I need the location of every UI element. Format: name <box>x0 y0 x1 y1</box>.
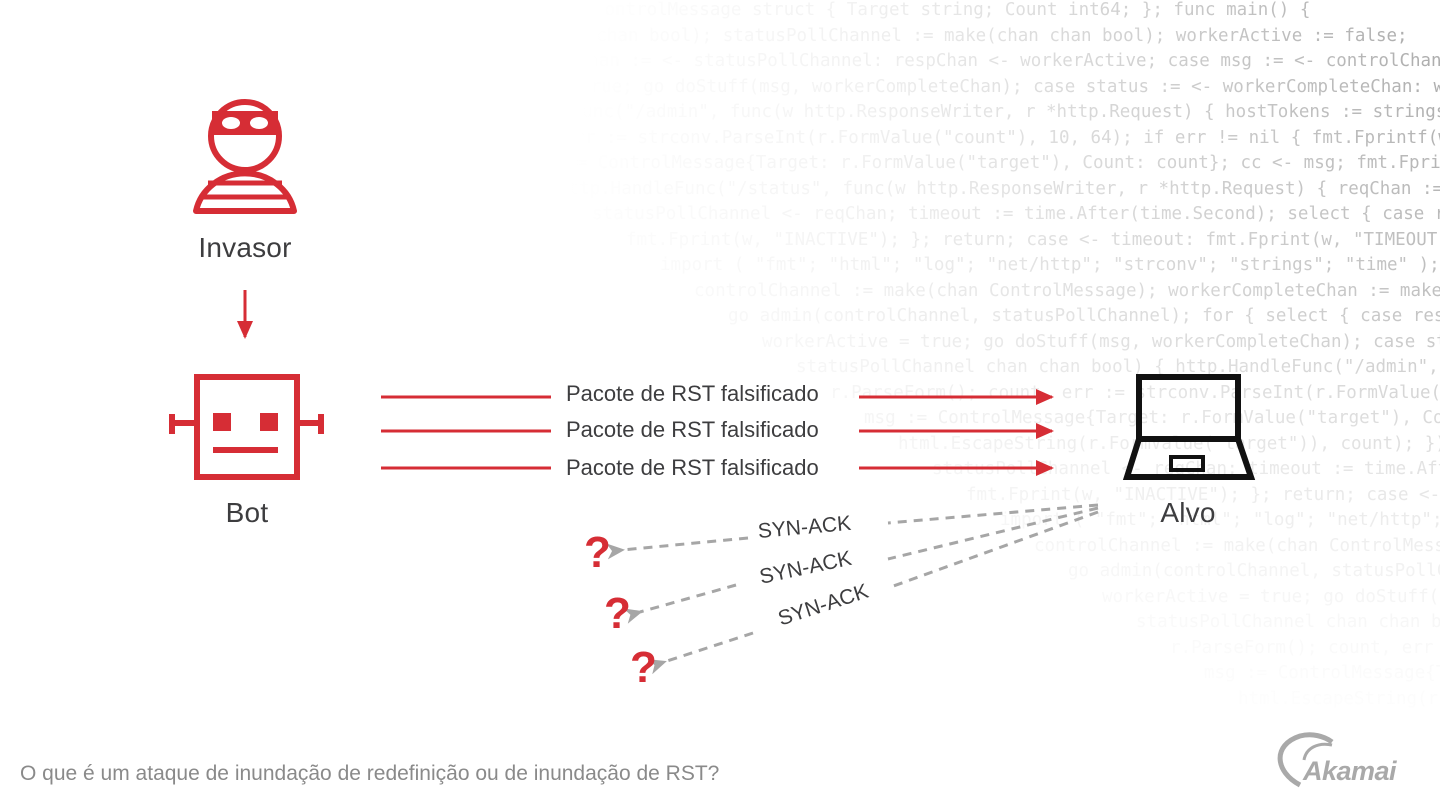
packet-label-2: Pacote de RST falsificado <box>566 417 819 442</box>
response-line-1-head <box>606 536 749 560</box>
akamai-logo-text: Akamai <box>1303 756 1397 786</box>
packet-label-3: Pacote de RST falsificado <box>566 455 819 480</box>
laptop-icon <box>1122 374 1256 480</box>
robot-icon <box>169 374 324 480</box>
packet-label-1: Pacote de RST falsificado <box>566 381 819 406</box>
response-line-3-head <box>647 631 754 675</box>
attacker-label: Invasor <box>198 232 292 263</box>
attacker-icon <box>193 99 297 214</box>
caption: O que é um ataque de inundação de redefi… <box>20 762 720 785</box>
response-line-2-head <box>623 583 737 624</box>
response-line-1-tail <box>887 503 1099 525</box>
unknown-destination-icon-2: ? <box>604 589 631 638</box>
target-label: Alvo <box>1160 497 1216 528</box>
bot-label: Bot <box>225 497 269 528</box>
unknown-destination-icon-1: ? <box>584 528 611 577</box>
unknown-destination-icon-3: ? <box>630 643 657 692</box>
